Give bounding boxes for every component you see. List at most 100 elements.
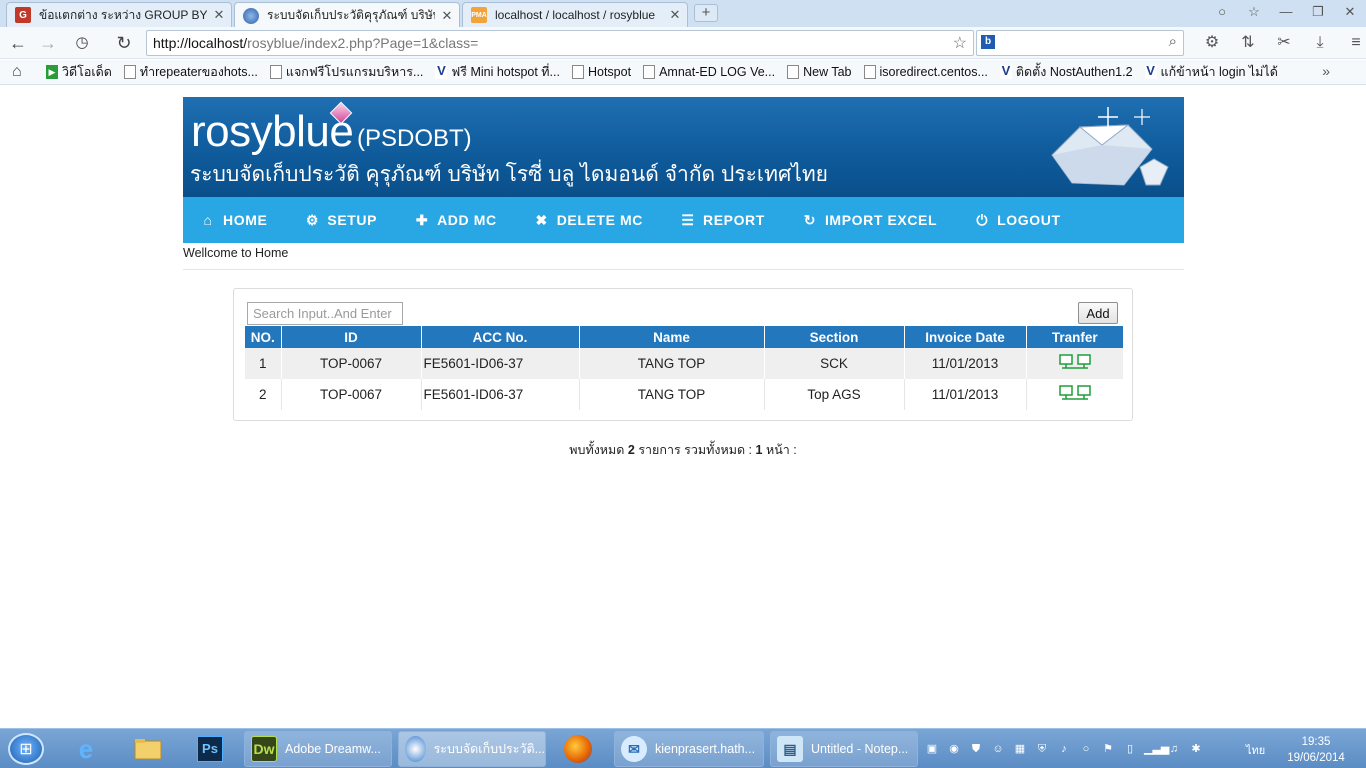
v-logo-icon: V bbox=[435, 63, 448, 79]
file-explorer-icon[interactable] bbox=[126, 732, 170, 766]
search-input[interactable] bbox=[247, 302, 403, 325]
notepad-icon: ▤ bbox=[777, 736, 803, 762]
table-row[interactable]: 1 TOP-0067 FE5601-ID06-37 TANG TOP SCK 1… bbox=[245, 348, 1123, 379]
bluetooth-icon[interactable]: ✱ bbox=[1188, 741, 1204, 757]
back-icon[interactable]: ← bbox=[6, 31, 30, 55]
gpu-tray-icon[interactable]: ▦ bbox=[1012, 741, 1028, 757]
pagination-summary: พบทั้งหมด 2 รายการ รวมทั้งหมด : 1 หน้า : bbox=[569, 443, 797, 457]
tab-label: ข้อแตกต่าง ระหว่าง GROUP BY และ DISTINCT bbox=[39, 7, 207, 22]
bookmark-item[interactable]: Hotspot bbox=[571, 65, 631, 79]
close-icon[interactable]: ✕ bbox=[213, 7, 225, 23]
cell-id: TOP-0067 bbox=[281, 348, 422, 379]
photoshop-icon[interactable]: Ps bbox=[188, 732, 232, 766]
col-invoice-date: Invoice Date bbox=[904, 326, 1027, 348]
close-icon[interactable]: ✕ bbox=[441, 8, 453, 24]
flag-icon[interactable]: ⚑ bbox=[1100, 741, 1116, 757]
cut-icon[interactable]: ✂ bbox=[1270, 31, 1298, 55]
taskbar-chat[interactable]: ✉ kienprasert.hath... bbox=[614, 731, 764, 767]
bookmark-item[interactable]: Amnat-ED LOG Ve... bbox=[643, 65, 775, 79]
network-icon[interactable]: ▁▃▅ bbox=[1144, 741, 1169, 757]
windows-start-icon[interactable]: ⊞ bbox=[8, 733, 44, 765]
nav-report[interactable]: ☰ REPORT bbox=[681, 212, 765, 229]
v-logo-icon: V bbox=[1144, 63, 1157, 79]
search-engine-icon[interactable]: b bbox=[981, 35, 995, 49]
site-banner: rosyblue (PSDOBT) ระบบจัดเก็บประวัติ คุร… bbox=[183, 97, 1184, 197]
circle-tray-icon[interactable]: ○ bbox=[1078, 741, 1094, 757]
search-icon[interactable]: ⌕ bbox=[1169, 33, 1177, 50]
nav-setup[interactable]: ⚙ SETUP bbox=[305, 212, 377, 229]
window-controls: ○ ☆ — ❐ ✕ bbox=[1206, 0, 1366, 24]
taskbar-browser[interactable]: ระบบจัดเก็บประวัติ... bbox=[398, 731, 546, 767]
speaker-icon[interactable]: ♪ bbox=[1056, 741, 1072, 757]
reload-icon[interactable]: ↻ bbox=[112, 31, 136, 55]
transfer-computers-icon[interactable] bbox=[1059, 353, 1091, 371]
transfer-computers-icon[interactable] bbox=[1059, 384, 1091, 402]
folder-tray-icon[interactable]: ▣ bbox=[924, 741, 940, 757]
total-records: 2 bbox=[627, 443, 635, 457]
home-icon[interactable]: ⌂ bbox=[12, 63, 34, 81]
firefox-icon[interactable] bbox=[556, 732, 600, 766]
theme-icon[interactable]: ☆ bbox=[1238, 0, 1270, 24]
bookmark-item[interactable]: V ติดตั้ง NostAuthen1.2 bbox=[999, 62, 1133, 82]
language-indicator[interactable]: ไทย bbox=[1246, 741, 1265, 759]
extension-icon[interactable]: ⚙ bbox=[1198, 31, 1226, 55]
page-link[interactable]: 1 bbox=[756, 443, 763, 457]
records-panel: Add NO. ID ACC No. Name Section Invoice … bbox=[233, 288, 1133, 421]
page-icon bbox=[123, 65, 136, 79]
close-window-icon[interactable]: ✕ bbox=[1334, 0, 1366, 24]
url-host: http://localhost/ bbox=[153, 35, 248, 51]
history-icon[interactable]: ◷ bbox=[70, 31, 94, 55]
forward-icon[interactable]: → bbox=[36, 31, 60, 55]
bookmarks-bar: ⌂ ▶ วิดีโอเด็ด ทำrepeaterของhots... แจกฟร… bbox=[0, 60, 1366, 85]
internet-explorer-icon[interactable]: e bbox=[64, 732, 108, 766]
tab-phpmyadmin[interactable]: PMA localhost / localhost / rosyblue ✕ bbox=[462, 2, 688, 27]
nav-logout[interactable]: ⏻ LOGOUT bbox=[975, 212, 1060, 229]
emoji-tray-icon[interactable]: ☺ bbox=[990, 741, 1006, 757]
taskbar-dreamweaver[interactable]: Dw Adobe Dreamw... bbox=[244, 731, 392, 767]
diamonds-image bbox=[1051, 107, 1169, 186]
tab-group-by[interactable]: G ข้อแตกต่าง ระหว่าง GROUP BY และ DISTIN… bbox=[6, 2, 232, 27]
taskbar-notepad[interactable]: ▤ Untitled - Notep... bbox=[770, 731, 918, 767]
update-tray-icon[interactable]: ◉ bbox=[946, 741, 962, 757]
phpmyadmin-favicon-icon: PMA bbox=[471, 7, 487, 23]
col-tranfer: Tranfer bbox=[1026, 326, 1123, 348]
restore-icon[interactable]: ❐ bbox=[1302, 0, 1334, 24]
feedback-icon[interactable]: ○ bbox=[1206, 0, 1238, 24]
bookmark-item[interactable]: ▶ วิดีโอเด็ด bbox=[46, 62, 112, 82]
close-icon[interactable]: ✕ bbox=[669, 7, 681, 23]
power-tray-icon[interactable]: ▯ bbox=[1122, 741, 1138, 757]
bookmark-item[interactable]: New Tab bbox=[787, 65, 852, 79]
cell-id: TOP-0067 bbox=[281, 379, 422, 410]
tab-rosyblue[interactable]: ระบบจัดเก็บประวัติคุรุภัณฑ์ บริษัท โรซี่… bbox=[234, 2, 460, 28]
volume-icon[interactable]: ♫ bbox=[1166, 741, 1182, 757]
add-button[interactable]: Add bbox=[1078, 302, 1118, 324]
table-row[interactable]: 2 TOP-0067 FE5601-ID06-37 TANG TOP Top A… bbox=[245, 379, 1123, 410]
shield-icon[interactable]: ⛊ bbox=[968, 741, 984, 757]
new-tab-button[interactable]: + bbox=[694, 4, 718, 22]
records-table: NO. ID ACC No. Name Section Invoice Date… bbox=[245, 326, 1123, 410]
bookmark-star-icon[interactable]: ☆ bbox=[953, 33, 967, 53]
bookmark-item[interactable]: ทำrepeaterของhots... bbox=[123, 62, 258, 82]
nav-home[interactable]: ⌂ HOME bbox=[201, 212, 267, 228]
security-tray-icon[interactable]: ⛨ bbox=[1034, 741, 1050, 757]
search-bar[interactable]: b ⌕ bbox=[976, 30, 1184, 56]
browser-toolbar: ← → ◷ ↻ http://localhost/rosyblue/index2… bbox=[0, 27, 1366, 59]
system-clock[interactable]: 19:35 19/06/2014 bbox=[1284, 734, 1348, 766]
divider bbox=[183, 269, 1184, 270]
nav-import-excel[interactable]: ↻ IMPORT EXCEL bbox=[803, 212, 937, 229]
menu-icon[interactable]: ≡ bbox=[1342, 31, 1366, 55]
bookmark-item[interactable]: แจกฟรีโปรแกรมบริหาร... bbox=[269, 62, 423, 82]
bookmark-item[interactable]: V แก้ข้าหน้า login ไม่ได้ bbox=[1144, 62, 1278, 82]
cell-acc: FE5601-ID06-37 bbox=[421, 348, 580, 379]
nav-delete-mc[interactable]: ✖ DELETE MC bbox=[535, 212, 643, 229]
bookmark-item[interactable]: isoredirect.centos... bbox=[863, 65, 988, 79]
address-bar[interactable]: http://localhost/rosyblue/index2.php?Pag… bbox=[146, 30, 974, 56]
bookmark-item[interactable]: V ฟรี Mini hotspot ที่... bbox=[435, 62, 560, 82]
cell-date: 11/01/2013 bbox=[904, 348, 1027, 379]
cell-acc: FE5601-ID06-37 bbox=[421, 379, 580, 410]
nav-add-mc[interactable]: ✚ ADD MC bbox=[415, 212, 497, 229]
sync-icon[interactable]: ⇅ bbox=[1234, 31, 1262, 55]
more-bookmarks-icon[interactable]: » bbox=[1322, 63, 1330, 79]
download-icon[interactable]: ⤓ bbox=[1306, 31, 1334, 55]
minimize-icon[interactable]: — bbox=[1270, 0, 1302, 24]
